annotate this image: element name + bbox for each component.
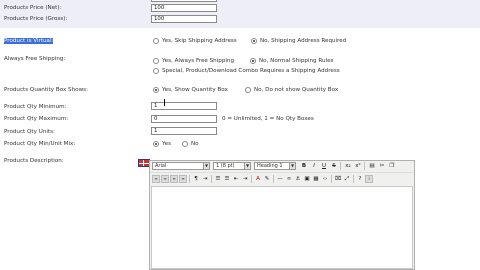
description-label: Products Description: bbox=[4, 158, 64, 164]
qty-max-label: Product Qty Maximum: bbox=[4, 116, 69, 122]
cut-icon[interactable]: ✂ bbox=[378, 162, 386, 170]
text-color-icon[interactable]: A bbox=[254, 175, 262, 183]
chevron-down-icon: ▼ bbox=[289, 163, 295, 169]
align-justify-icon[interactable]: ≡ bbox=[179, 175, 187, 183]
format-select[interactable]: Heading 1 ▼ bbox=[254, 162, 296, 170]
spellcheck-icon[interactable]: ⌧ bbox=[334, 175, 342, 183]
price-field-partial[interactable] bbox=[151, 0, 217, 2]
help-icon[interactable]: ? bbox=[356, 175, 364, 183]
text-cursor bbox=[164, 99, 165, 106]
qty-box-yes-radio[interactable] bbox=[153, 87, 159, 93]
editor-toolbar-bottom: ≡ ≡ ≡ ≡ ¶ ⇥ ☰ ☰ ⇤ ⇥ A ✎ — ∞ ⚓ ▣ ▦ ‹› ⌧ ⤢… bbox=[150, 172, 414, 184]
indent-icon[interactable]: ⇥ bbox=[241, 175, 249, 183]
toolbar-divider bbox=[211, 175, 212, 183]
toolbar-divider bbox=[340, 162, 341, 170]
align-left-icon[interactable]: ≡ bbox=[152, 175, 160, 183]
size-select[interactable]: 1 (8 pt) ▼ bbox=[213, 162, 251, 170]
virtual-label: Product is Virtual: bbox=[4, 38, 54, 44]
indent-marker-icon[interactable]: ⇥ bbox=[201, 175, 209, 183]
info-icon[interactable]: i bbox=[365, 175, 373, 183]
paste-icon[interactable]: ▤ bbox=[368, 162, 376, 170]
price-gross-label: Products Price (Gross): bbox=[4, 16, 68, 22]
link-icon[interactable]: ∞ bbox=[285, 175, 293, 183]
free-shipping-yes-text: Yes, Always Free Shipping bbox=[162, 58, 235, 64]
free-shipping-label: Always Free Shipping: bbox=[4, 56, 66, 62]
toolbar-divider bbox=[273, 175, 274, 183]
qty-min-label: Product Qty Minimum: bbox=[4, 104, 67, 110]
free-shipping-special-radio[interactable] bbox=[153, 68, 159, 74]
price-net-label: Products Price (Net): bbox=[4, 5, 62, 11]
virtual-yes-radio[interactable] bbox=[153, 38, 159, 44]
qty-box-yes-text: Yes, Show Quantity Box bbox=[162, 87, 228, 93]
fullscreen-icon[interactable]: ⤢ bbox=[343, 175, 351, 183]
image-icon[interactable]: ▣ bbox=[303, 175, 311, 183]
horizontal-rule-icon[interactable]: — bbox=[276, 175, 284, 183]
outdent-icon[interactable]: ⇤ bbox=[232, 175, 240, 183]
free-shipping-no-radio[interactable] bbox=[250, 58, 256, 64]
underline-button[interactable]: U bbox=[320, 162, 328, 170]
align-right-icon[interactable]: ≡ bbox=[170, 175, 178, 183]
editor-toolbar-top: Arial ▼ 1 (8 pt) ▼ Heading 1 ▼ B I U S x… bbox=[150, 161, 414, 171]
strikethrough-button[interactable]: S bbox=[330, 162, 338, 170]
align-center-icon[interactable]: ≡ bbox=[161, 175, 169, 183]
free-shipping-yes-option[interactable]: Yes, Always Free Shipping bbox=[153, 58, 234, 64]
format-select-value: Heading 1 bbox=[257, 163, 283, 169]
qty-box-no-text: No, Do not show Quantity Box bbox=[254, 87, 339, 93]
price-gross-input[interactable] bbox=[151, 15, 217, 23]
qty-mix-no-radio[interactable] bbox=[182, 141, 188, 147]
qty-mix-yes-text: Yes bbox=[162, 141, 172, 147]
virtual-no-text: No, Shipping Address Required bbox=[260, 38, 347, 44]
free-shipping-yes-radio[interactable] bbox=[153, 58, 159, 64]
qty-max-hint: 0 = Unlimited, 1 = No Qty Boxes bbox=[222, 116, 314, 122]
free-shipping-special-option[interactable]: Special, Product/Download Combo Requires… bbox=[153, 68, 340, 74]
qty-box-no-radio[interactable] bbox=[245, 87, 251, 93]
qty-units-label: Product Qty Units: bbox=[4, 129, 55, 135]
size-select-value: 1 (8 pt) bbox=[216, 163, 235, 169]
source-icon[interactable]: ‹› bbox=[321, 175, 329, 183]
unordered-list-icon[interactable]: ☰ bbox=[223, 175, 231, 183]
qty-units-input[interactable] bbox=[151, 127, 217, 135]
copy-icon[interactable]: ❐ bbox=[388, 162, 396, 170]
description-textarea[interactable] bbox=[151, 186, 413, 269]
qty-mix-no-option[interactable]: No bbox=[182, 141, 199, 147]
toolbar-divider bbox=[331, 175, 332, 183]
description-editor: Arial ▼ 1 (8 pt) ▼ Heading 1 ▼ B I U S x… bbox=[149, 160, 415, 270]
qty-mix-label: Product Qty Min/Unit Mix: bbox=[4, 141, 76, 147]
free-shipping-special-text: Special, Product/Download Combo Requires… bbox=[162, 68, 340, 74]
anchor-icon[interactable]: ⚓ bbox=[294, 175, 302, 183]
price-net-input[interactable] bbox=[151, 4, 217, 12]
virtual-no-radio[interactable] bbox=[251, 38, 257, 44]
free-shipping-no-text: No, Normal Shipping Rules bbox=[259, 58, 334, 64]
free-shipping-no-option[interactable]: No, Normal Shipping Rules bbox=[250, 58, 333, 64]
superscript-button[interactable]: x² bbox=[354, 162, 362, 170]
toolbar-divider bbox=[251, 175, 252, 183]
subscript-button[interactable]: x₂ bbox=[344, 162, 352, 170]
highlight-icon[interactable]: ✎ bbox=[263, 175, 271, 183]
virtual-no-option[interactable]: No, Shipping Address Required bbox=[251, 38, 346, 44]
toolbar-divider bbox=[353, 175, 354, 183]
font-select-value: Arial bbox=[155, 163, 167, 169]
qty-min-input[interactable] bbox=[151, 102, 217, 110]
chevron-down-icon: ▼ bbox=[244, 163, 250, 169]
virtual-yes-option[interactable]: Yes, Skip Shipping Address bbox=[153, 38, 237, 44]
direction-icon[interactable]: ¶ bbox=[192, 175, 200, 183]
qty-mix-yes-radio[interactable] bbox=[153, 141, 159, 147]
font-select[interactable]: Arial ▼ bbox=[152, 162, 210, 170]
toolbar-divider bbox=[364, 162, 365, 170]
table-icon[interactable]: ▦ bbox=[312, 175, 320, 183]
qty-mix-yes-option[interactable]: Yes bbox=[153, 141, 171, 147]
qty-box-label: Products Quantity Box Shows: bbox=[4, 87, 88, 93]
price-section bbox=[0, 0, 480, 28]
qty-mix-no-text: No bbox=[191, 141, 199, 147]
qty-box-yes-option[interactable]: Yes, Show Quantity Box bbox=[153, 87, 228, 93]
ordered-list-icon[interactable]: ☰ bbox=[214, 175, 222, 183]
qty-max-input[interactable] bbox=[151, 115, 217, 123]
italic-button[interactable]: I bbox=[310, 162, 318, 170]
chevron-down-icon: ▼ bbox=[203, 163, 209, 169]
virtual-yes-text: Yes, Skip Shipping Address bbox=[162, 38, 237, 44]
toolbar-divider bbox=[189, 175, 190, 183]
bold-button[interactable]: B bbox=[300, 162, 308, 170]
qty-box-no-option[interactable]: No, Do not show Quantity Box bbox=[245, 87, 338, 93]
